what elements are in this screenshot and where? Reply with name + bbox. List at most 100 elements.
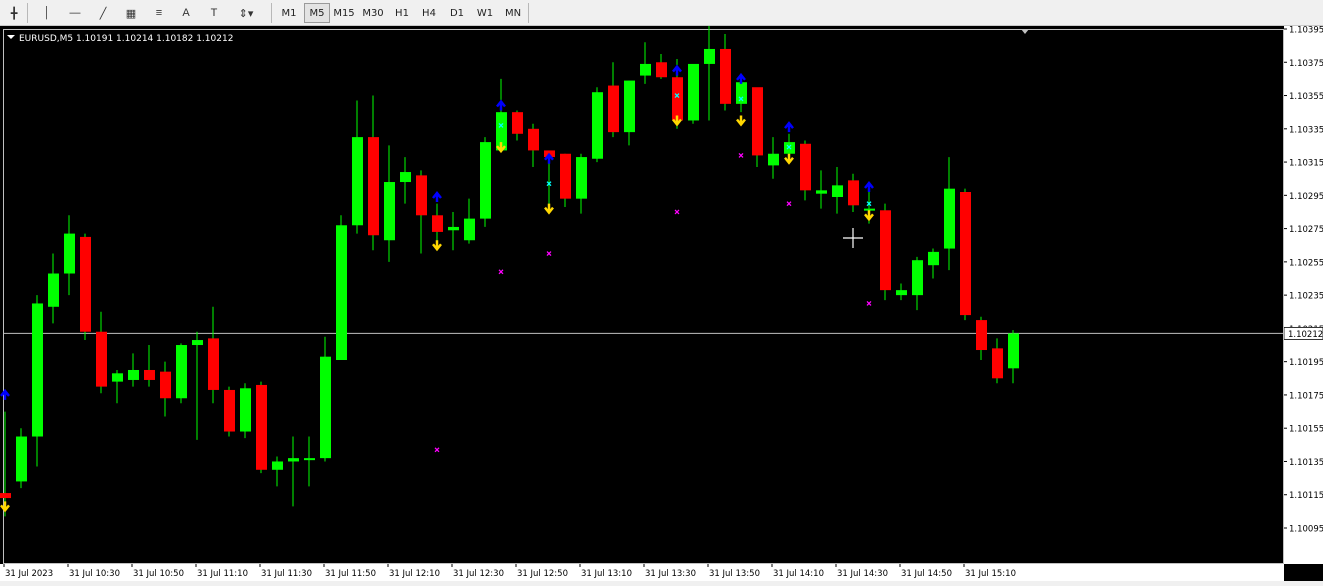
buy-arrow-icon — [0, 388, 10, 400]
buy-arrow-icon — [784, 121, 794, 133]
candle — [880, 203, 891, 301]
candle-body — [320, 356, 331, 459]
candle — [720, 33, 731, 111]
candle — [336, 215, 347, 361]
candle-body — [192, 340, 203, 346]
candle-body — [64, 233, 75, 274]
price-tick-label: 1.10375 — [1289, 59, 1323, 69]
candle-body — [848, 180, 859, 206]
candle-body — [464, 218, 475, 241]
time-tick-label: 31 Jul 10:50 — [133, 569, 184, 579]
candle-body — [944, 188, 955, 249]
price-axis-labels: 1.10395 1.10375 1.10355 1.10335 1.10315 1.102… — [1283, 26, 1323, 535]
price-tick-label: 1.10155 — [1289, 425, 1323, 435]
candle — [816, 170, 827, 209]
candle — [464, 198, 475, 244]
plot-frame — [3, 29, 1284, 564]
candle-body — [656, 62, 667, 78]
arrows-menu-icon[interactable]: ⇕▾ — [231, 3, 261, 23]
candle-body — [528, 128, 539, 151]
text-icon[interactable]: A — [176, 3, 196, 23]
timeframe-m1-button[interactable]: M1 — [276, 3, 302, 23]
price-tick-label: 1.10255 — [1289, 258, 1323, 268]
price-chart[interactable]: EURUSD,M5 1.10191 1.10214 1.10182 1.1021… — [0, 26, 1323, 581]
candle-body — [928, 251, 939, 266]
sell-arrow-icon — [432, 240, 442, 252]
candle — [624, 80, 635, 146]
price-tick-label: 1.10315 — [1289, 159, 1323, 169]
candle — [240, 383, 251, 439]
candle-body — [272, 461, 283, 470]
candle — [0, 411, 11, 517]
gann-icon[interactable]: ▦ — [120, 3, 142, 23]
text-label-icon[interactable]: T — [203, 3, 225, 23]
magenta-cross-marker — [786, 201, 792, 207]
candle-body — [576, 157, 587, 199]
candle — [192, 331, 203, 440]
candle-body — [896, 290, 907, 296]
trendline-icon[interactable]: ╱ — [92, 3, 114, 23]
candle — [256, 381, 267, 474]
candle-body — [912, 260, 923, 296]
crosshair-icon[interactable]: ╋ — [4, 3, 24, 23]
timeframe-h1-button[interactable]: H1 — [389, 3, 415, 23]
candle-body — [608, 85, 619, 133]
timeframe-h4-button[interactable]: H4 — [416, 3, 442, 23]
candle — [496, 78, 507, 151]
timeframe-m15-button[interactable]: M15 — [331, 3, 357, 23]
candle — [48, 253, 59, 324]
candle-body — [240, 388, 251, 432]
candle-body — [432, 215, 443, 232]
fibonacci-icon[interactable]: ≡ — [148, 3, 170, 23]
candle-body — [992, 348, 1003, 379]
candle-body — [736, 82, 747, 104]
time-tick-label: 31 Jul 11:10 — [197, 569, 248, 579]
magenta-cross-marker — [674, 209, 680, 215]
chart-shift-marker-icon — [1021, 29, 1029, 34]
candle-body — [352, 137, 363, 226]
time-tick-label: 31 Jul 2023 — [5, 569, 53, 579]
crosshair-cursor-icon — [843, 228, 863, 248]
time-tick-label: 31 Jul 14:30 — [837, 569, 888, 579]
candle — [352, 100, 363, 234]
candle — [928, 248, 939, 279]
horizontal-line-icon[interactable]: — — [64, 3, 86, 23]
candle-body — [512, 112, 523, 134]
vertical-line-icon[interactable]: │ — [37, 3, 57, 23]
sell-arrow-icon — [736, 115, 746, 127]
candle — [288, 436, 299, 507]
magenta-cross-marker — [434, 447, 440, 453]
time-tick-label: 31 Jul 14:50 — [901, 569, 952, 579]
toolbar: ╋ │ — ╱ ▦ ≡ A T ⇕▾ M1 M5 M15 M30 H1 H4 D1 W1 MN — [0, 0, 1323, 26]
timeframe-mn-button[interactable]: MN — [500, 3, 526, 23]
candle-body — [880, 210, 891, 291]
timeframe-w1-button[interactable]: W1 — [472, 3, 498, 23]
time-tick-label: 31 Jul 12:30 — [453, 569, 504, 579]
candle — [224, 386, 235, 437]
time-tick-label: 31 Jul 14:10 — [773, 569, 824, 579]
time-axis-labels: 31 Jul 2023 31 Jul 10:30 31 Jul 10:50 31 Ju… — [3, 564, 1016, 579]
toolbar-separator — [27, 3, 28, 23]
candle-body — [96, 331, 107, 387]
candle-body — [304, 458, 315, 461]
candle — [960, 188, 971, 321]
candle — [64, 215, 75, 296]
price-tick-label: 1.10275 — [1289, 225, 1323, 235]
candle-body — [336, 225, 347, 361]
candle-body — [768, 153, 779, 166]
candle — [752, 87, 763, 168]
time-tick-label: 31 Jul 12:10 — [389, 569, 440, 579]
candle-body — [448, 226, 459, 231]
chart-window[interactable]: EURUSD,M5 1.10191 1.10214 1.10182 1.1021… — [0, 26, 1323, 581]
candle — [80, 233, 91, 341]
candle — [976, 316, 987, 361]
timeframe-d1-button[interactable]: D1 — [444, 3, 470, 23]
candle-body — [160, 371, 171, 399]
timeframe-m30-button[interactable]: M30 — [360, 3, 386, 23]
candle — [896, 283, 907, 301]
magenta-cross-marker — [546, 251, 552, 257]
candle-body — [672, 77, 683, 121]
candle — [304, 436, 315, 487]
candle-body — [144, 369, 155, 380]
timeframe-m5-button[interactable]: M5 — [304, 3, 330, 23]
